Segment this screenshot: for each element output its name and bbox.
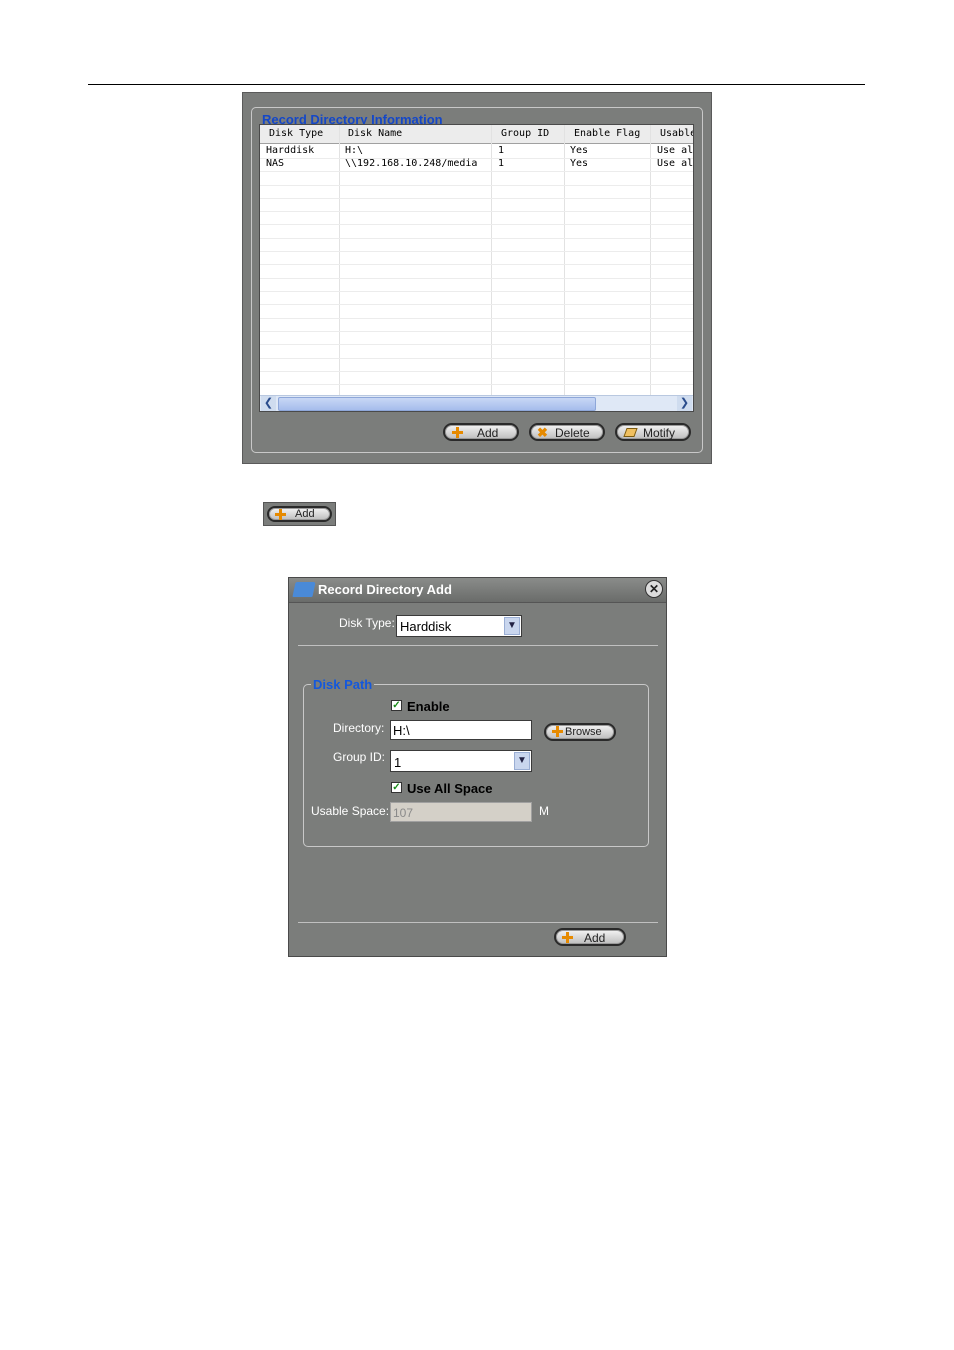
group-id-value: 1 (394, 755, 402, 770)
disk-type-label: Disk Type: (339, 616, 395, 630)
column-header-group-id[interactable]: Group ID (501, 128, 549, 139)
table-header: Disk Type Disk Name Group ID Enable Flag… (260, 125, 693, 144)
scroll-right-icon[interactable]: ❯ (677, 396, 692, 411)
directory-input[interactable]: H:\ (390, 720, 532, 740)
column-header-disk-name[interactable]: Disk Name (348, 128, 402, 139)
cell-disk-name: H:\ (345, 145, 364, 156)
usable-space-label: Usable Space: (311, 804, 390, 818)
dialog-add-button-label: Add (584, 931, 606, 945)
row-gridline (260, 238, 693, 239)
disk-type-select[interactable]: Harddisk ▼ (396, 615, 522, 637)
delete-button[interactable]: ✖ Delete (529, 423, 605, 441)
add-button-label: Add (295, 508, 315, 520)
row-gridline (260, 198, 693, 199)
folder-icon (292, 582, 316, 597)
dialog-title: Record Directory Add (318, 582, 452, 597)
cell-disk-name: \\192.168.10.248/media (345, 158, 478, 169)
add-button-label: Add (477, 426, 499, 440)
use-all-space-label: Use All Space (407, 781, 493, 796)
group-id-label: Group ID: (333, 750, 386, 764)
column-header-disk-type[interactable]: Disk Type (269, 128, 323, 139)
cell-disk-type: NAS (266, 158, 285, 169)
dialog-add-button[interactable]: Add (554, 928, 626, 946)
plus-icon (452, 427, 463, 438)
scrollbar-thumb[interactable] (278, 397, 596, 411)
table-row[interactable]: NAS \\192.168.10.248/media 1 Yes Use al (260, 158, 693, 171)
column-header-usable[interactable]: Usable (660, 128, 693, 139)
row-gridline (260, 318, 693, 319)
cell-group-id: 1 (498, 158, 505, 169)
row-gridline (260, 291, 693, 292)
disk-type-value: Harddisk (400, 619, 452, 634)
cell-enable-flag: Yes (570, 145, 589, 156)
dialog-titlebar[interactable]: Record Directory Add ✕ (289, 578, 666, 603)
row-gridline (260, 211, 693, 212)
row-gridline (260, 358, 693, 359)
cell-disk-type: Harddisk (266, 145, 315, 156)
page-top-rule (88, 84, 865, 85)
row-gridline (260, 171, 693, 172)
modify-button[interactable]: Motify (615, 423, 691, 441)
cell-enable-flag: Yes (570, 158, 589, 169)
row-gridline (260, 251, 693, 252)
dialog-footer-separator (298, 922, 658, 923)
plus-icon (552, 726, 563, 737)
usable-space-input: 107 (390, 802, 532, 822)
close-icon[interactable]: ✕ (645, 580, 663, 598)
cell-usable: Use al (657, 145, 694, 156)
pencil-icon (623, 428, 638, 439)
browse-button-label: Browse (565, 726, 602, 738)
row-gridline (260, 344, 693, 345)
add-button[interactable]: Add (267, 506, 332, 522)
row-gridline (260, 185, 693, 186)
use-all-space-checkbox[interactable]: ✓ (391, 782, 402, 793)
group-id-select[interactable]: 1 ▼ (390, 750, 532, 772)
add-button[interactable]: Add (443, 423, 519, 441)
enable-label: Enable (407, 699, 450, 714)
usable-space-unit: M (539, 804, 549, 818)
enable-checkbox[interactable]: ✓ (391, 700, 402, 711)
directory-label: Directory: (333, 721, 385, 735)
row-gridline (260, 264, 693, 265)
dropdown-arrow-icon[interactable]: ▼ (504, 617, 520, 635)
plus-icon (562, 932, 573, 943)
delete-x-icon: ✖ (537, 425, 548, 440)
row-gridline (260, 331, 693, 332)
record-directory-table[interactable]: Disk Type Disk Name Group ID Enable Flag… (259, 124, 694, 412)
horizontal-scrollbar[interactable]: ❮ ❯ (260, 395, 693, 411)
table-row[interactable]: Harddisk H:\ 1 Yes Use al (260, 145, 693, 158)
plus-icon (275, 509, 286, 520)
row-gridline (260, 371, 693, 372)
row-gridline (260, 384, 693, 385)
scroll-left-icon[interactable]: ❮ (261, 396, 276, 411)
row-gridline (260, 224, 693, 225)
delete-button-label: Delete (555, 426, 590, 440)
disk-path-legend: Disk Path (311, 677, 375, 692)
browse-button[interactable]: Browse (544, 723, 616, 741)
cell-usable: Use al (657, 158, 694, 169)
dropdown-arrow-icon[interactable]: ▼ (514, 752, 530, 770)
dialog-separator (298, 645, 658, 646)
row-gridline (260, 278, 693, 279)
column-header-enable-flag[interactable]: Enable Flag (574, 128, 640, 139)
modify-button-label: Motify (643, 426, 676, 440)
add-button-illustration: Add (263, 502, 336, 526)
row-gridline (260, 304, 693, 305)
cell-group-id: 1 (498, 145, 505, 156)
